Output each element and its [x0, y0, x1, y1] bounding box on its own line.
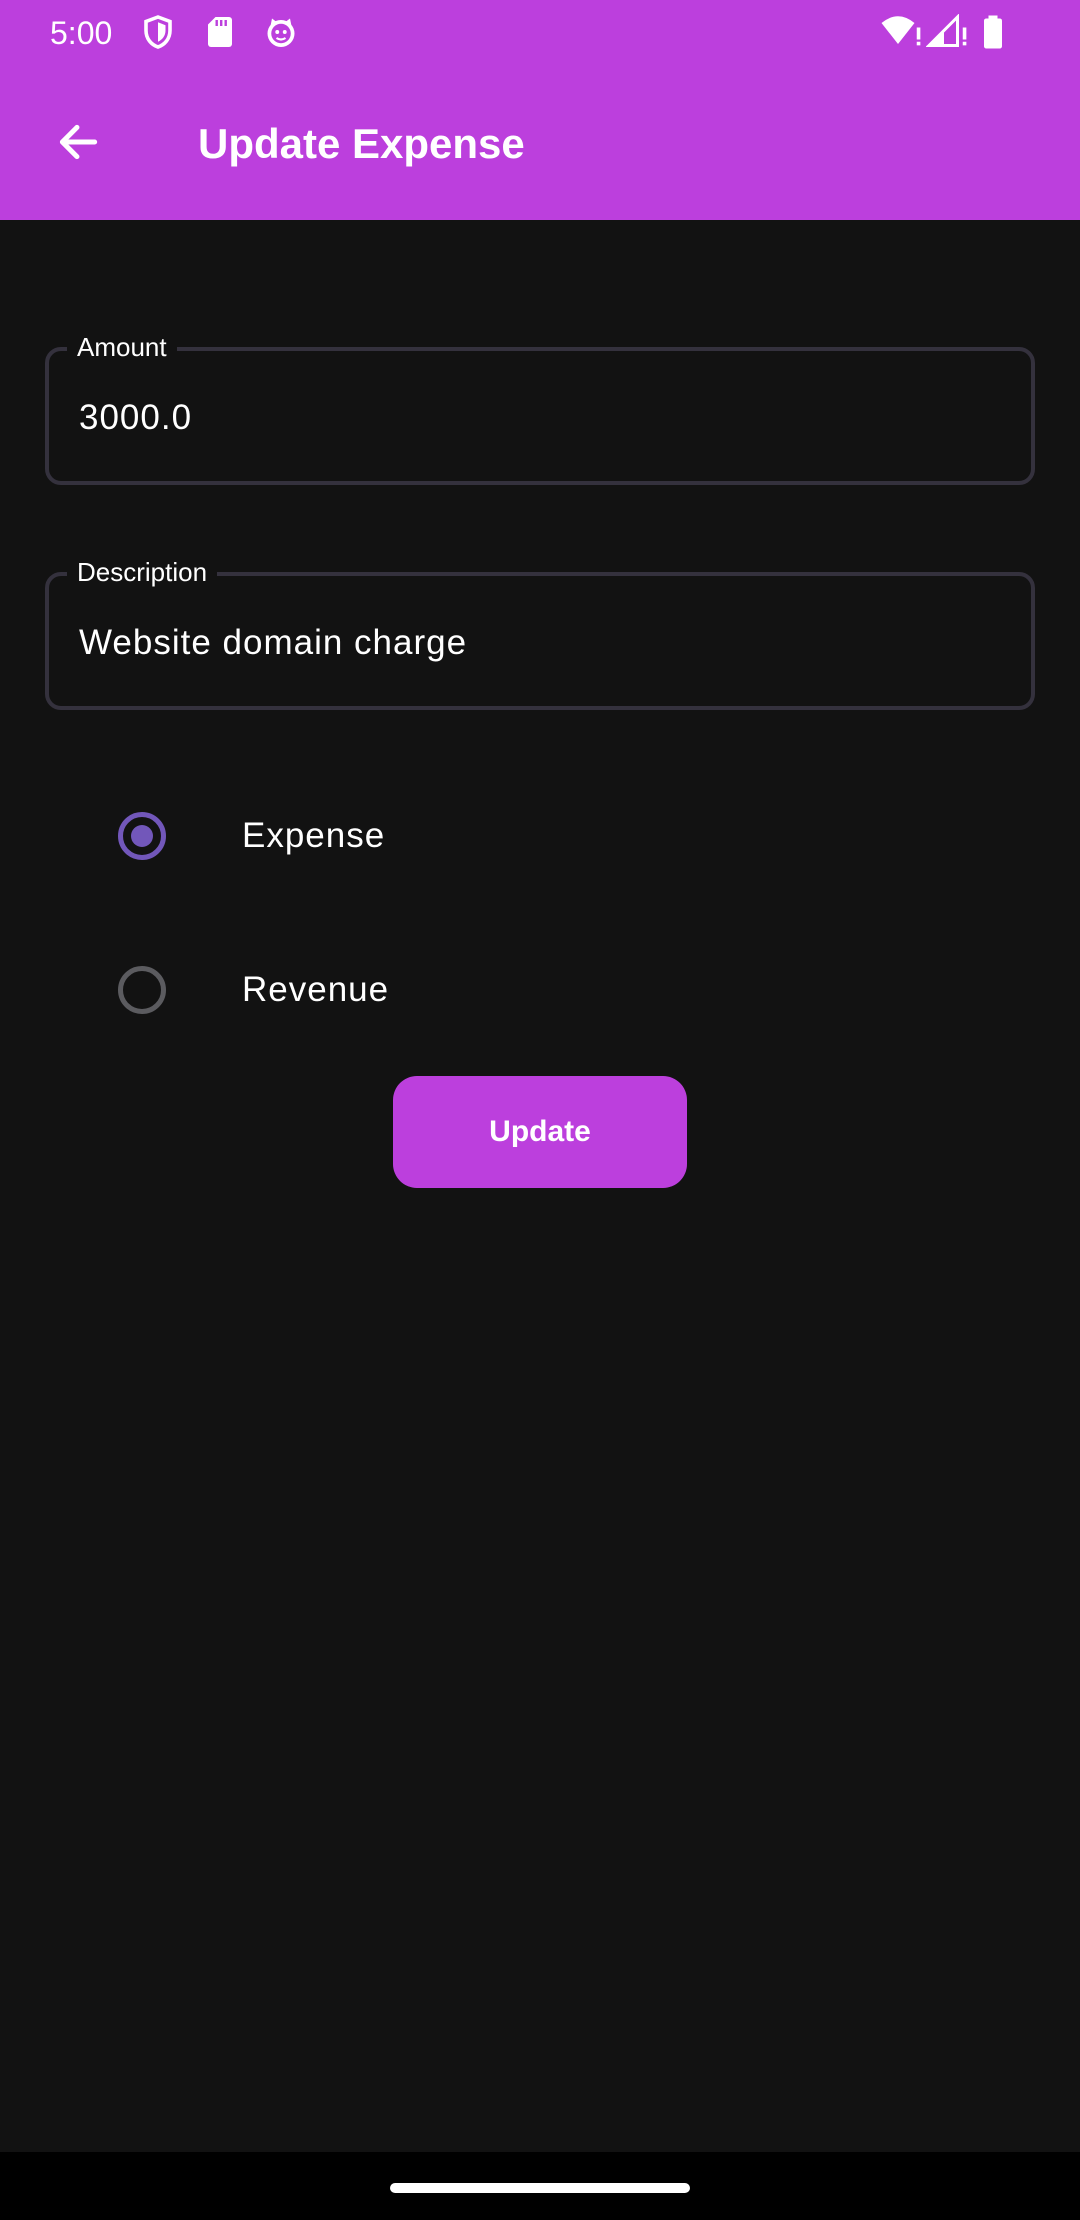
revenue-radio-button[interactable]	[118, 966, 166, 1014]
amount-field[interactable]: Amount 3000.0	[45, 330, 1035, 485]
expense-radio-label: Expense	[242, 816, 386, 855]
description-value: Website domain charge	[79, 623, 468, 662]
cat-face-icon	[267, 18, 295, 47]
description-field[interactable]: Description Website domain charge	[45, 555, 1035, 710]
battery-icon	[984, 15, 1002, 49]
radio-option-revenue[interactable]: Revenue	[0, 930, 1080, 1050]
shield-icon	[144, 15, 172, 49]
status-time: 5:00	[50, 15, 113, 51]
arrow-back-icon	[59, 124, 98, 160]
app-bar: 5:00 Update Expense	[0, 0, 1080, 220]
description-label: Description	[67, 555, 218, 589]
revenue-radio-label: Revenue	[242, 970, 390, 1009]
back-button[interactable]	[40, 104, 116, 180]
home-gesture-handle[interactable]	[390, 2183, 690, 2193]
navigation-bar	[0, 2152, 1080, 2220]
sd-card-icon	[208, 17, 232, 47]
amount-label: Amount	[67, 330, 177, 364]
signal-alert-icon	[926, 14, 967, 47]
expense-radio-button[interactable]	[118, 812, 166, 860]
wifi-alert-icon	[881, 16, 921, 46]
page-title: Update Expense	[198, 120, 525, 167]
amount-value: 3000.0	[79, 398, 193, 437]
update-button[interactable]: Update	[393, 1076, 687, 1188]
radio-option-expense[interactable]: Expense	[0, 776, 1080, 896]
status-bar: 5:00	[0, 0, 1080, 66]
